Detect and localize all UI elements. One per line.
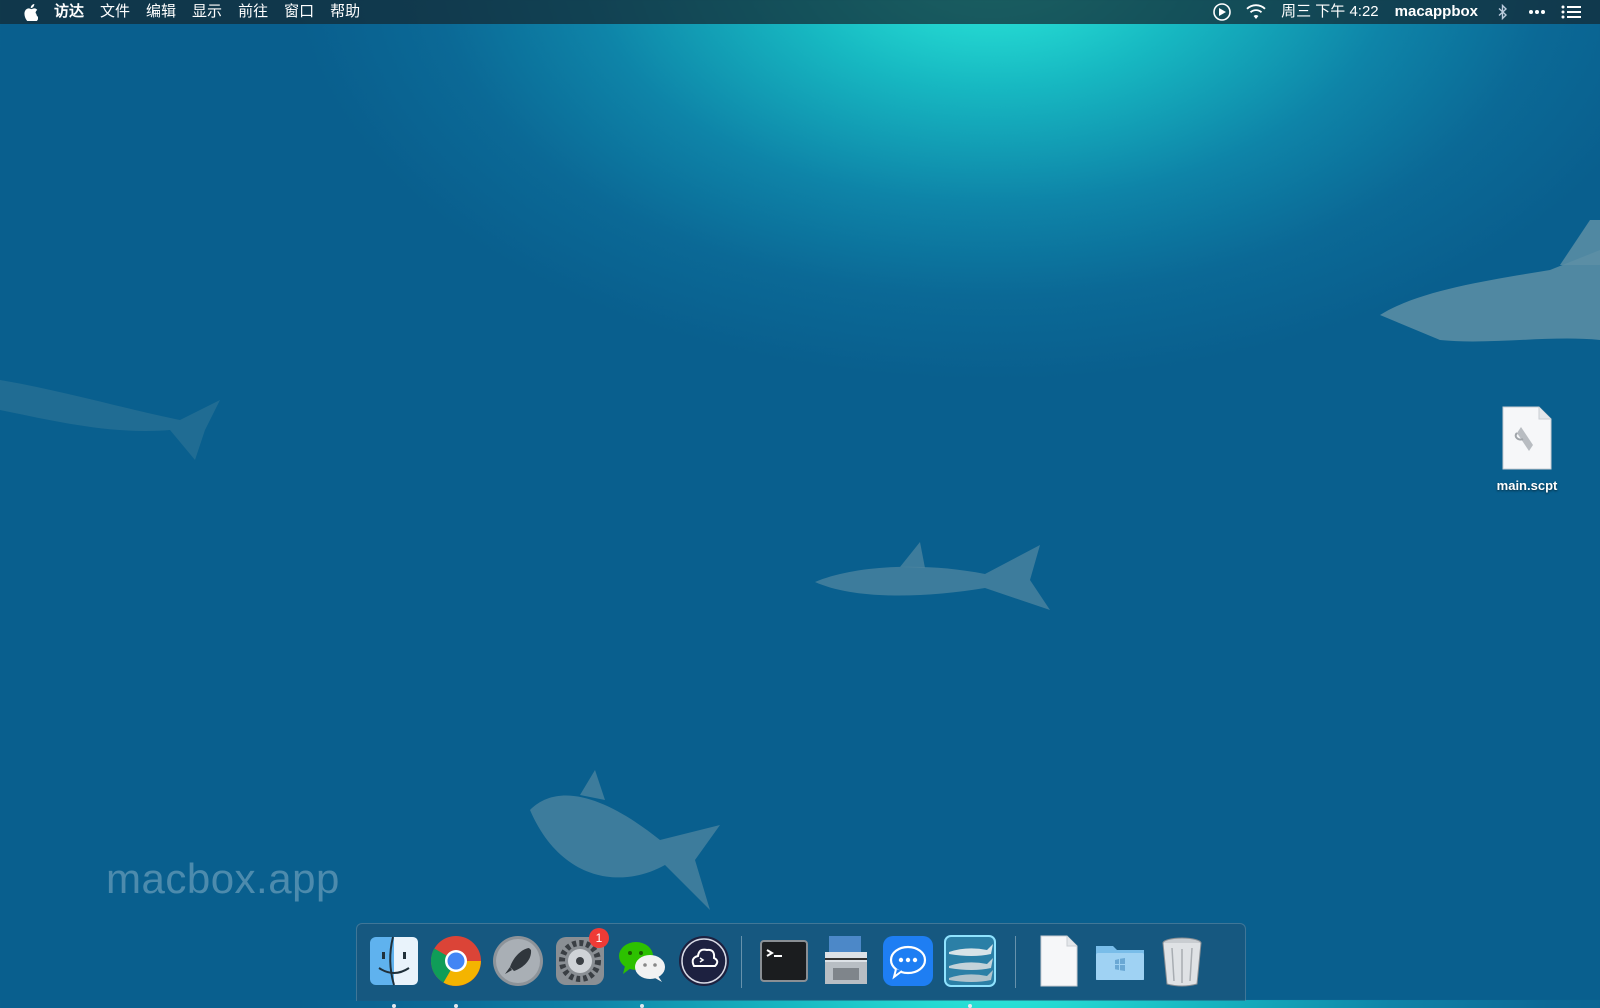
shark-shape bbox=[530, 770, 720, 910]
running-indicator bbox=[640, 1004, 644, 1008]
dock-folder[interactable] bbox=[1093, 934, 1147, 988]
folder-icon bbox=[1096, 946, 1144, 980]
dock-chrome[interactable] bbox=[429, 934, 483, 1008]
menu-file[interactable]: 文件 bbox=[92, 0, 138, 24]
script-document-icon bbox=[1502, 406, 1552, 470]
dock-system-preferences[interactable]: 1 bbox=[553, 928, 609, 988]
bluetooth-icon[interactable] bbox=[1492, 0, 1514, 24]
running-indicator bbox=[968, 1004, 972, 1008]
dock-trash[interactable] bbox=[1155, 934, 1209, 988]
status-app-icon[interactable] bbox=[1211, 0, 1233, 24]
dock-messages[interactable] bbox=[881, 934, 935, 988]
clock[interactable]: 周三 下午 4:22 bbox=[1273, 0, 1387, 24]
user-name[interactable]: macappbox bbox=[1387, 0, 1486, 24]
chat-bubble-icon bbox=[883, 936, 933, 986]
dock-separator bbox=[1015, 936, 1016, 988]
chrome-icon bbox=[430, 936, 481, 986]
desktop-file-label: main.scpt bbox=[1496, 478, 1558, 493]
trash-icon bbox=[1162, 937, 1202, 987]
rocket-icon bbox=[493, 936, 543, 986]
cloud-terminal-icon bbox=[679, 936, 729, 986]
dock-terminal[interactable] bbox=[757, 934, 811, 988]
menu-finder[interactable]: 访达 bbox=[46, 0, 92, 24]
menu-edit[interactable]: 编辑 bbox=[138, 0, 184, 24]
scanner-icon bbox=[825, 936, 867, 984]
menu-bar: 访达 文件 编辑 显示 前往 窗口 帮助 周三 下午 4:22 macappbo… bbox=[0, 0, 1600, 24]
dock-finder[interactable] bbox=[367, 934, 421, 1008]
running-indicator bbox=[454, 1004, 458, 1008]
notification-badge: 1 bbox=[589, 928, 609, 948]
notification-center-icon[interactable] bbox=[1560, 0, 1582, 24]
wechat-icon bbox=[619, 942, 665, 982]
shark-app-icon bbox=[944, 935, 996, 987]
wifi-icon[interactable] bbox=[1245, 0, 1267, 24]
apple-logo-icon[interactable] bbox=[16, 3, 46, 21]
shark-shape bbox=[0, 380, 220, 460]
dock-separator bbox=[741, 936, 742, 988]
watermark: macbox.app bbox=[106, 855, 340, 902]
dock-dark-app[interactable] bbox=[677, 934, 731, 988]
dock-document[interactable] bbox=[1031, 934, 1085, 988]
running-indicator bbox=[392, 1004, 396, 1008]
document-icon bbox=[1040, 935, 1078, 987]
dock-scanner[interactable] bbox=[819, 934, 873, 988]
menu-help[interactable]: 帮助 bbox=[322, 0, 368, 24]
shark-shape bbox=[1380, 220, 1600, 342]
menu-view[interactable]: 显示 bbox=[184, 0, 230, 24]
menu-window[interactable]: 窗口 bbox=[276, 0, 322, 24]
menu-go[interactable]: 前往 bbox=[230, 0, 276, 24]
dock-wechat[interactable] bbox=[615, 934, 669, 1008]
menu-bar-left: 访达 文件 编辑 显示 前往 窗口 帮助 bbox=[0, 0, 368, 24]
more-icon[interactable] bbox=[1526, 0, 1548, 24]
dock-shark-screensaver[interactable] bbox=[943, 934, 997, 1008]
terminal-icon bbox=[760, 940, 808, 982]
dock: 1 bbox=[356, 923, 1246, 1008]
finder-icon bbox=[370, 936, 418, 986]
dock-launchpad[interactable] bbox=[491, 934, 545, 988]
shark-shape bbox=[815, 542, 1050, 610]
menu-bar-right: 周三 下午 4:22 macappbox bbox=[1205, 0, 1600, 24]
desktop-file-main-scpt[interactable]: main.scpt bbox=[1487, 405, 1567, 493]
